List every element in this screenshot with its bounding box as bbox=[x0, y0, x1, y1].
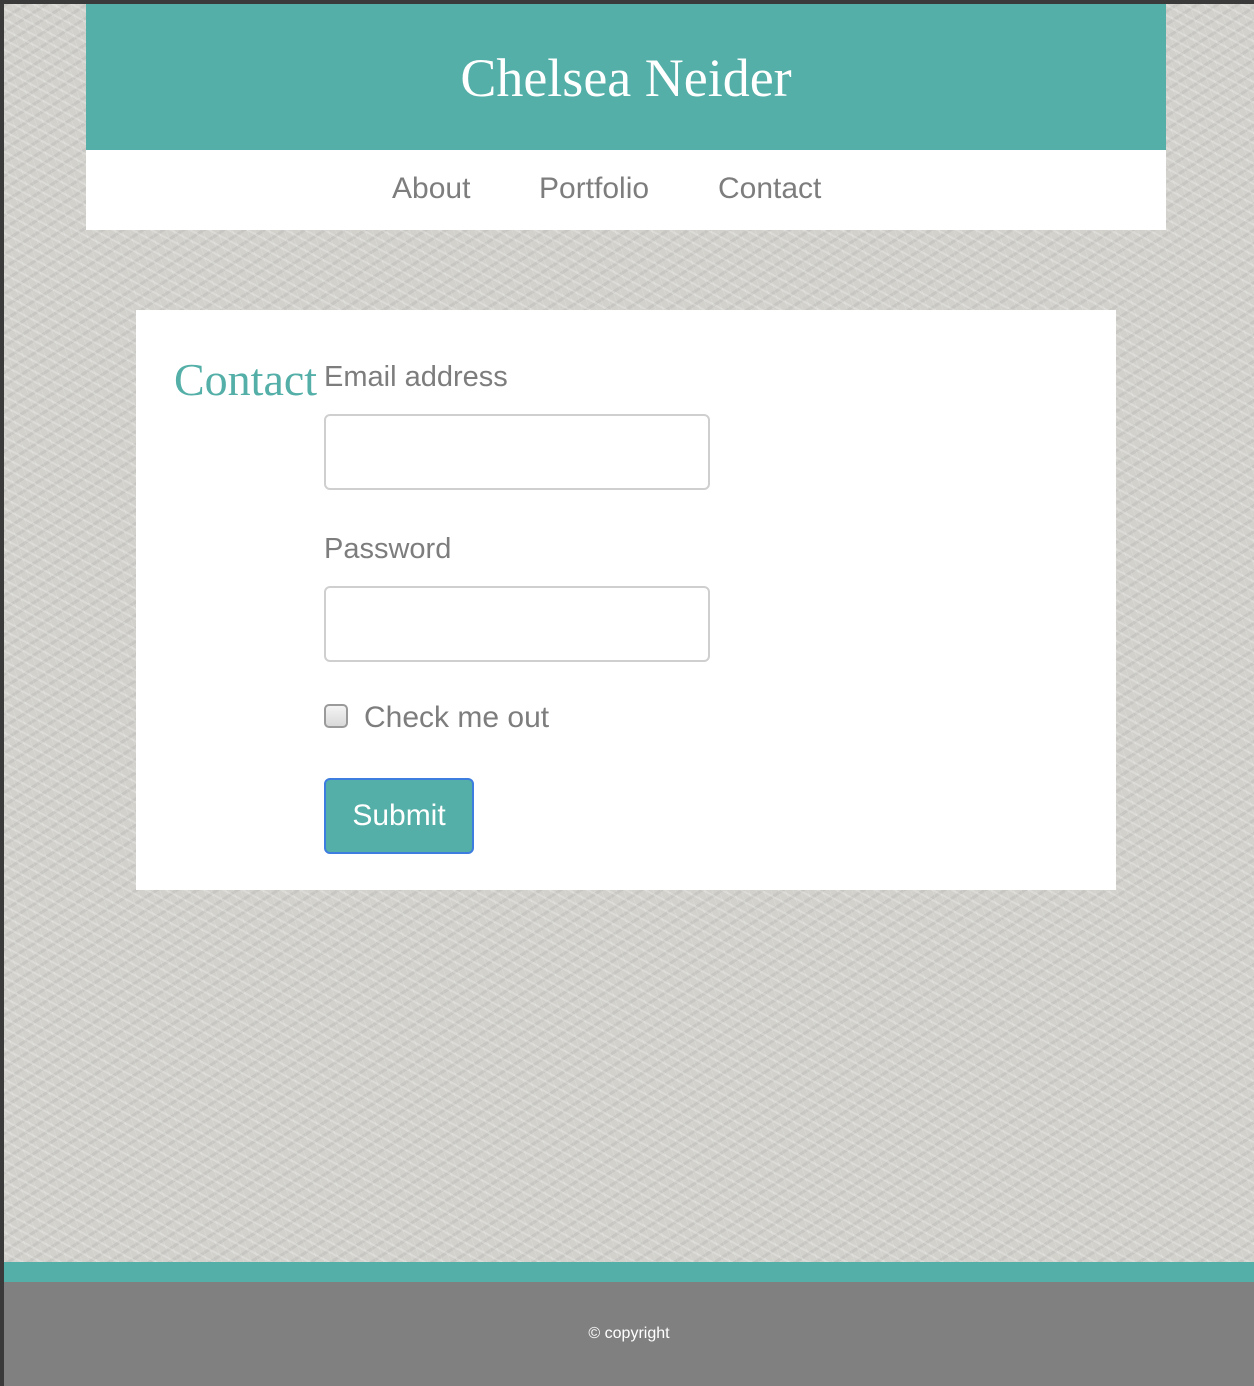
contact-heading: Contact bbox=[174, 354, 318, 405]
email-label: Email address bbox=[324, 361, 508, 393]
site-header: Chelsea Neider bbox=[86, 4, 1166, 150]
nav-link-portfolio[interactable]: Portfolio bbox=[539, 172, 649, 206]
checkbox-label[interactable]: Check me out bbox=[364, 701, 549, 735]
main-nav: About Portfolio Contact bbox=[86, 150, 1166, 230]
nav-link-contact[interactable]: Contact bbox=[718, 172, 821, 206]
contact-card: Contact Email address Password Check me … bbox=[136, 310, 1116, 890]
password-field[interactable] bbox=[324, 586, 710, 662]
site-footer: © copyright bbox=[4, 1282, 1254, 1386]
email-field[interactable] bbox=[324, 414, 710, 490]
page: Chelsea Neider About Portfolio Contact C… bbox=[4, 4, 1254, 1386]
nav-link-about[interactable]: About bbox=[392, 172, 470, 206]
site-title: Chelsea Neider bbox=[460, 48, 792, 108]
copyright-text: © copyright bbox=[588, 1325, 670, 1342]
footer-accent-stripe bbox=[4, 1262, 1254, 1282]
password-label: Password bbox=[324, 533, 452, 565]
check-me-out-checkbox[interactable] bbox=[324, 704, 348, 728]
submit-button[interactable]: Submit bbox=[324, 778, 474, 854]
